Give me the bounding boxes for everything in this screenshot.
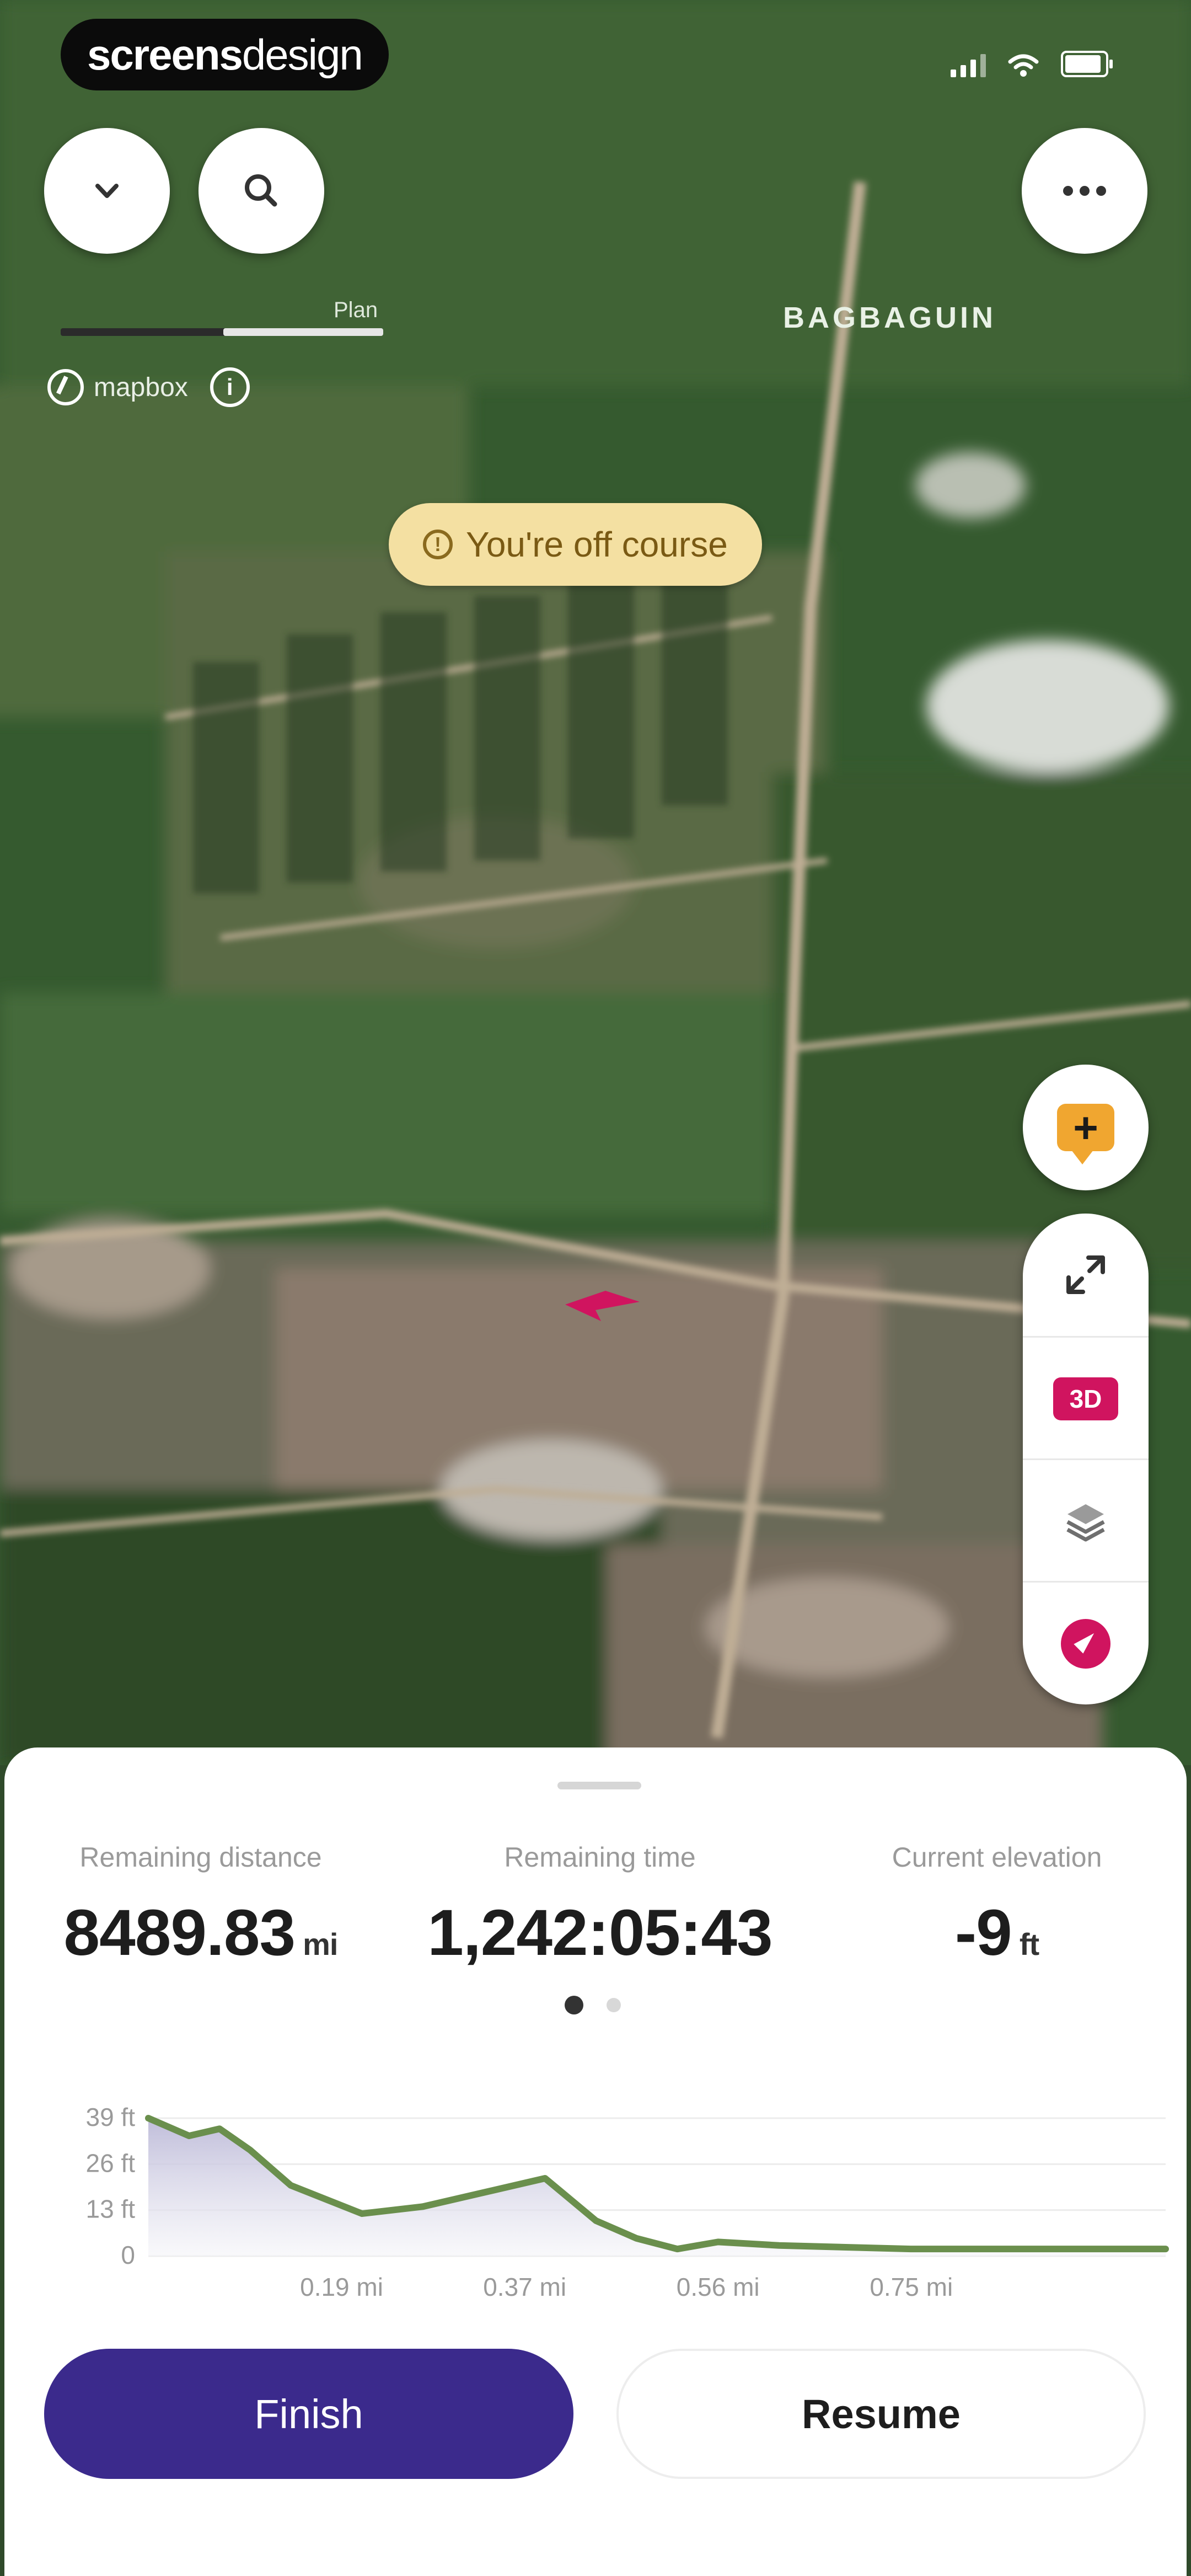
- place-label: BAGBAGUIN: [783, 301, 996, 334]
- report-button[interactable]: +: [1023, 1065, 1149, 1190]
- x-tick-label: 0.19 mi: [300, 2273, 383, 2301]
- elevation-point: [482, 2190, 486, 2194]
- status-bar: [951, 51, 1113, 77]
- elevation-point: [777, 2243, 781, 2247]
- x-tick-label: 0.75 mi: [870, 2273, 953, 2301]
- stat-current-elevation: Current elevation -9 ft: [831, 1841, 1162, 1970]
- elevation-point: [635, 2236, 639, 2240]
- elevation-chart: 0 13 ft 26 ft 39 ft 0.19 mi 0.37 mi 0.56 mi 0.7…: [46, 2096, 1180, 2306]
- attribution-text: mapbox: [94, 372, 188, 402]
- elevation-point: [1042, 2247, 1045, 2251]
- search-button[interactable]: [198, 128, 324, 254]
- off-course-text: You're off course: [466, 525, 728, 564]
- elevation-point: [594, 2219, 598, 2222]
- y-tick-label: 26 ft: [85, 2149, 135, 2177]
- elevation-point: [248, 2148, 252, 2152]
- stat-unit: ft: [1019, 1927, 1039, 1962]
- collapse-button[interactable]: [44, 128, 170, 254]
- stat-unit: mi: [303, 1927, 338, 1962]
- search-icon: [245, 174, 277, 207]
- watermark-bold: screens: [87, 30, 243, 79]
- drag-handle[interactable]: [557, 1782, 641, 1789]
- stat-label: Remaining time: [504, 1842, 696, 1873]
- alert-glyph: !: [434, 533, 441, 555]
- y-tick-label: 39 ft: [85, 2103, 135, 2131]
- finish-button[interactable]: Finish: [44, 2349, 573, 2479]
- mapbox-logo-icon: [47, 369, 84, 405]
- x-tick-label: 0.37 mi: [483, 2273, 566, 2301]
- elevation-point: [147, 2117, 150, 2120]
- y-tick-label: 13 ft: [85, 2195, 135, 2224]
- stat-value: -9 ft: [831, 1895, 1162, 1970]
- chevron-down-icon: [95, 184, 119, 198]
- add-report-icon: +: [1057, 1104, 1114, 1164]
- stat-number: 8489.83: [63, 1896, 296, 1969]
- elevation-point: [716, 2240, 720, 2244]
- compass-button[interactable]: [1023, 1581, 1149, 1705]
- wifi-icon: [1008, 53, 1039, 77]
- expand-icon: [1066, 1255, 1105, 1294]
- signal-icon: [951, 54, 986, 77]
- elevation-point: [360, 2212, 364, 2216]
- y-tick-label: 0: [121, 2241, 135, 2269]
- scale-label: Plan: [334, 298, 378, 322]
- elevation-point: [187, 2134, 191, 2138]
- expand-button[interactable]: [1023, 1214, 1149, 1336]
- 3d-badge: 3D: [1053, 1377, 1118, 1420]
- watermark-light: design: [242, 30, 363, 79]
- elevation-point: [909, 2247, 913, 2251]
- page-dot-active[interactable]: [565, 1996, 583, 2014]
- stat-remaining-time: Remaining time 1,242:05:43: [412, 1841, 787, 1970]
- elevation-plot: 0 13 ft 26 ft 39 ft 0.19 mi 0.37 mi 0.56 mi 0.7…: [85, 2103, 1169, 2301]
- layers-button[interactable]: [1023, 1458, 1149, 1583]
- elevation-point: [218, 2127, 222, 2131]
- stat-remaining-distance: Remaining distance 8489.83 mi: [35, 1841, 366, 1970]
- x-tick-label: 0.56 mi: [677, 2273, 760, 2301]
- stat-label: Remaining distance: [79, 1842, 322, 1873]
- map-tools: 3D: [1023, 1214, 1149, 1704]
- toggle-3d-button[interactable]: 3D: [1023, 1336, 1149, 1460]
- info-icon[interactable]: i: [210, 367, 250, 407]
- off-course-banner[interactable]: ! You're off course: [389, 503, 762, 586]
- elevation-point: [421, 2205, 425, 2209]
- stat-number: 1,242:05:43: [427, 1896, 772, 1969]
- resume-button[interactable]: Resume: [616, 2349, 1146, 2479]
- stat-value: 1,242:05:43: [412, 1895, 787, 1970]
- compass-icon: [1061, 1619, 1110, 1669]
- page-dot[interactable]: [607, 1998, 621, 2012]
- more-options-button[interactable]: [1022, 128, 1147, 254]
- elevation-point: [289, 2183, 293, 2187]
- info-glyph: i: [226, 374, 233, 400]
- layers-icon: [1066, 1504, 1105, 1542]
- screensdesign-watermark: screens design: [61, 19, 389, 90]
- map-imagery: [0, 0, 1191, 1765]
- ellipsis-icon: [1063, 186, 1106, 196]
- stat-label: Current elevation: [892, 1842, 1102, 1873]
- elevation-point: [543, 2176, 547, 2180]
- elevation-point: [675, 2247, 679, 2251]
- battery-icon: [1061, 51, 1113, 77]
- stat-value: 8489.83 mi: [35, 1895, 366, 1970]
- map-attribution: mapbox i: [47, 367, 250, 407]
- stat-number: -9: [954, 1896, 1012, 1969]
- elevation-point: [1164, 2247, 1167, 2251]
- alert-icon: !: [423, 530, 453, 559]
- satellite-map[interactable]: [0, 0, 1191, 1765]
